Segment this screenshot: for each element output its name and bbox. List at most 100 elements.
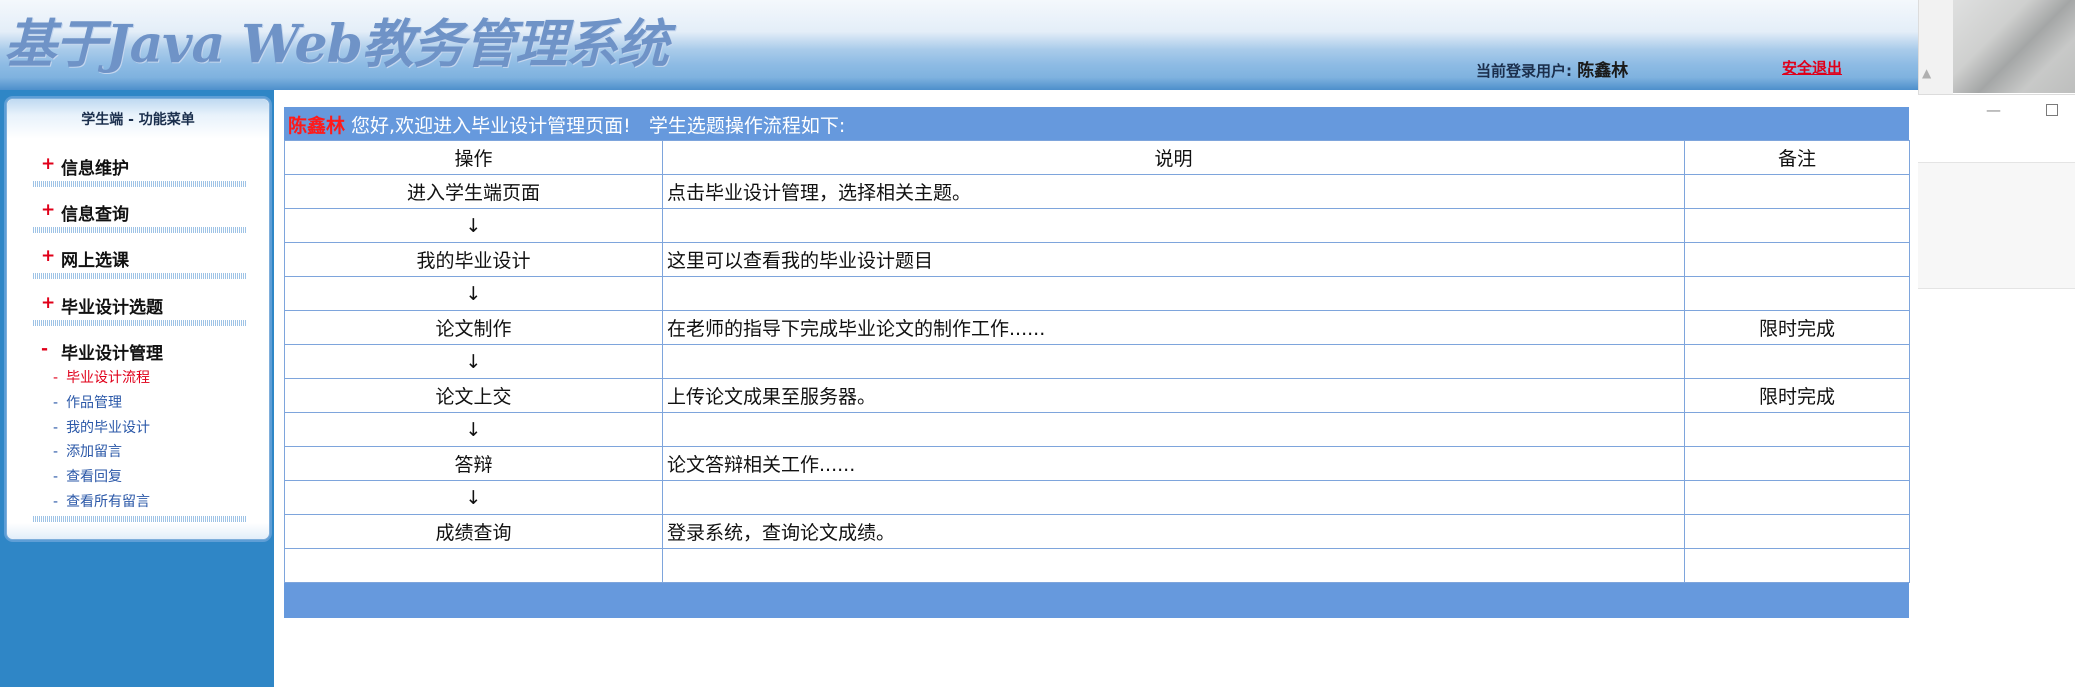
menu-bottom	[7, 523, 269, 539]
scroll-up-icon[interactable]: ▲	[1922, 66, 1931, 80]
remark-cell	[1684, 242, 1910, 277]
table-row: ↓	[284, 412, 1910, 447]
down-arrow-icon: ↓	[284, 276, 663, 311]
operation-cell: 论文上交	[284, 378, 663, 413]
menu-divider	[33, 227, 247, 233]
remark-cell	[1684, 446, 1910, 481]
menu-item-label: 毕业设计流程	[66, 370, 151, 386]
table-row: 我的毕业设计 这里可以查看我的毕业设计题目	[284, 242, 1910, 277]
table-row: 成绩查询 登录系统，查询论文成绩。	[284, 514, 1910, 549]
remark-cell	[1684, 514, 1910, 549]
menu-item-thesis-process[interactable]: - 毕业设计流程	[53, 367, 150, 387]
menu-group-thesis-topic-selection[interactable]: + 毕业设计选题	[7, 282, 269, 328]
app-title: 基于Java Web教务管理系统	[4, 14, 669, 75]
menu-divider	[33, 181, 247, 187]
description-cell	[662, 480, 1685, 515]
table-row: ↓	[284, 344, 1910, 379]
remark-cell: 限时完成	[1684, 310, 1910, 345]
welcome-banner: 陈鑫林 您好,欢迎进入毕业设计管理页面! 学生选题操作流程如下:	[288, 111, 845, 138]
menu-group-info-query[interactable]: + 信息查询	[7, 189, 269, 235]
table-row: ↓	[284, 276, 1910, 311]
down-arrow-icon: ↓	[284, 412, 663, 447]
menu-item-view-all-messages[interactable]: - 查看所有留言	[53, 491, 150, 511]
current-user-info: 当前登录用户: 陈鑫林	[1476, 56, 1628, 81]
description-cell: 论文答辩相关工作......	[662, 446, 1685, 481]
operation-cell: 答辩	[284, 446, 663, 481]
menu-item-add-message[interactable]: - 添加留言	[53, 441, 122, 461]
remark-cell	[1684, 412, 1910, 447]
welcome-user-name: 陈鑫林	[288, 115, 346, 137]
menu-group-label: 网上选课	[61, 251, 129, 271]
collapse-icon: -	[41, 339, 49, 359]
operation-cell: 论文制作	[284, 310, 663, 345]
description-cell: 在老师的指导下完成毕业论文的制作工作......	[662, 310, 1685, 345]
table-row	[284, 548, 1910, 583]
maximize-icon[interactable]	[2046, 104, 2058, 116]
menu-group-label: 毕业设计管理	[61, 344, 163, 364]
menu-item-label: 查看所有留言	[66, 494, 151, 510]
current-user-name: 陈鑫林	[1577, 61, 1629, 81]
remark-cell	[1684, 276, 1910, 311]
description-cell	[662, 412, 1685, 447]
menu-item-my-thesis[interactable]: - 我的毕业设计	[53, 417, 150, 437]
remark-cell	[1684, 174, 1910, 209]
column-header-remark: 备注	[1684, 140, 1910, 175]
menu-group-label: 信息查询	[61, 205, 129, 225]
expand-icon: +	[41, 154, 56, 174]
menu-group-online-course-selection[interactable]: + 网上选课	[7, 235, 269, 281]
operation-cell: 成绩查询	[284, 514, 663, 549]
expand-icon: +	[41, 246, 56, 266]
remark-cell: 限时完成	[1684, 378, 1910, 413]
menu-item-view-replies[interactable]: - 查看回复	[53, 466, 122, 486]
table-row: 论文上交 上传论文成果至服务器。 限时完成	[284, 378, 1910, 413]
logout-link[interactable]: 安全退出	[1782, 57, 1842, 78]
remark-cell	[1684, 548, 1910, 583]
menu-item-label: 查看回复	[66, 469, 123, 485]
table-row: 答辩 论文答辩相关工作......	[284, 446, 1910, 481]
menu-item-label: 添加留言	[66, 444, 123, 460]
down-arrow-icon: ↓	[284, 208, 663, 243]
description-cell: 这里可以查看我的毕业设计题目	[662, 242, 1685, 277]
description-cell	[662, 548, 1685, 583]
background-photo	[1952, 0, 2075, 93]
remark-cell	[1684, 480, 1910, 515]
menu-divider	[33, 516, 247, 522]
welcome-text: 您好,欢迎进入毕业设计管理页面! 学生选题操作流程如下:	[345, 115, 846, 137]
current-user-label: 当前登录用户:	[1476, 62, 1572, 80]
column-header-description: 说明	[662, 140, 1685, 175]
table-row: 进入学生端页面 点击毕业设计管理，选择相关主题。	[284, 174, 1910, 209]
table-header-row: 操作 说明 备注	[284, 140, 1910, 175]
menu-divider	[33, 273, 247, 279]
process-table: 操作 说明 备注 进入学生端页面 点击毕业设计管理，选择相关主题。 ↓ 我的毕业设…	[284, 140, 1910, 583]
menu-group-info-maintenance[interactable]: + 信息维护	[7, 143, 269, 189]
minimize-icon[interactable]: —	[1986, 101, 2001, 119]
menu-item-label: 我的毕业设计	[66, 420, 151, 436]
menu-title: 学生端 - 功能菜单	[7, 99, 269, 139]
expand-icon: +	[41, 293, 56, 313]
page-scrollbar[interactable]	[1918, 0, 1953, 95]
app-header: 基于Java Web教务管理系统 当前登录用户: 陈鑫林 安全退出	[0, 0, 1918, 90]
menu-group-label: 信息维护	[61, 159, 129, 179]
menu-item-label: 作品管理	[66, 395, 123, 411]
description-cell	[662, 276, 1685, 311]
description-cell	[662, 208, 1685, 243]
function-menu: 学生端 - 功能菜单 + 信息维护 + 信息查询 + 网上选课 + 毕业设计选题…	[6, 98, 270, 540]
background-window-bar	[1918, 162, 2075, 289]
menu-item-work-management[interactable]: - 作品管理	[53, 392, 122, 412]
description-cell: 点击毕业设计管理，选择相关主题。	[662, 174, 1685, 209]
description-cell: 上传论文成果至服务器。	[662, 378, 1685, 413]
table-row: 论文制作 在老师的指导下完成毕业论文的制作工作...... 限时完成	[284, 310, 1910, 345]
description-cell: 登录系统，查询论文成绩。	[662, 514, 1685, 549]
table-row: ↓	[284, 208, 1910, 243]
down-arrow-icon: ↓	[284, 344, 663, 379]
operation-cell: 进入学生端页面	[284, 174, 663, 209]
expand-icon: +	[41, 200, 56, 220]
column-header-operation: 操作	[284, 140, 663, 175]
remark-cell	[1684, 208, 1910, 243]
table-row: ↓	[284, 480, 1910, 515]
remark-cell	[1684, 344, 1910, 379]
menu-divider	[33, 320, 247, 326]
description-cell	[662, 344, 1685, 379]
operation-cell	[284, 548, 663, 583]
operation-cell: 我的毕业设计	[284, 242, 663, 277]
